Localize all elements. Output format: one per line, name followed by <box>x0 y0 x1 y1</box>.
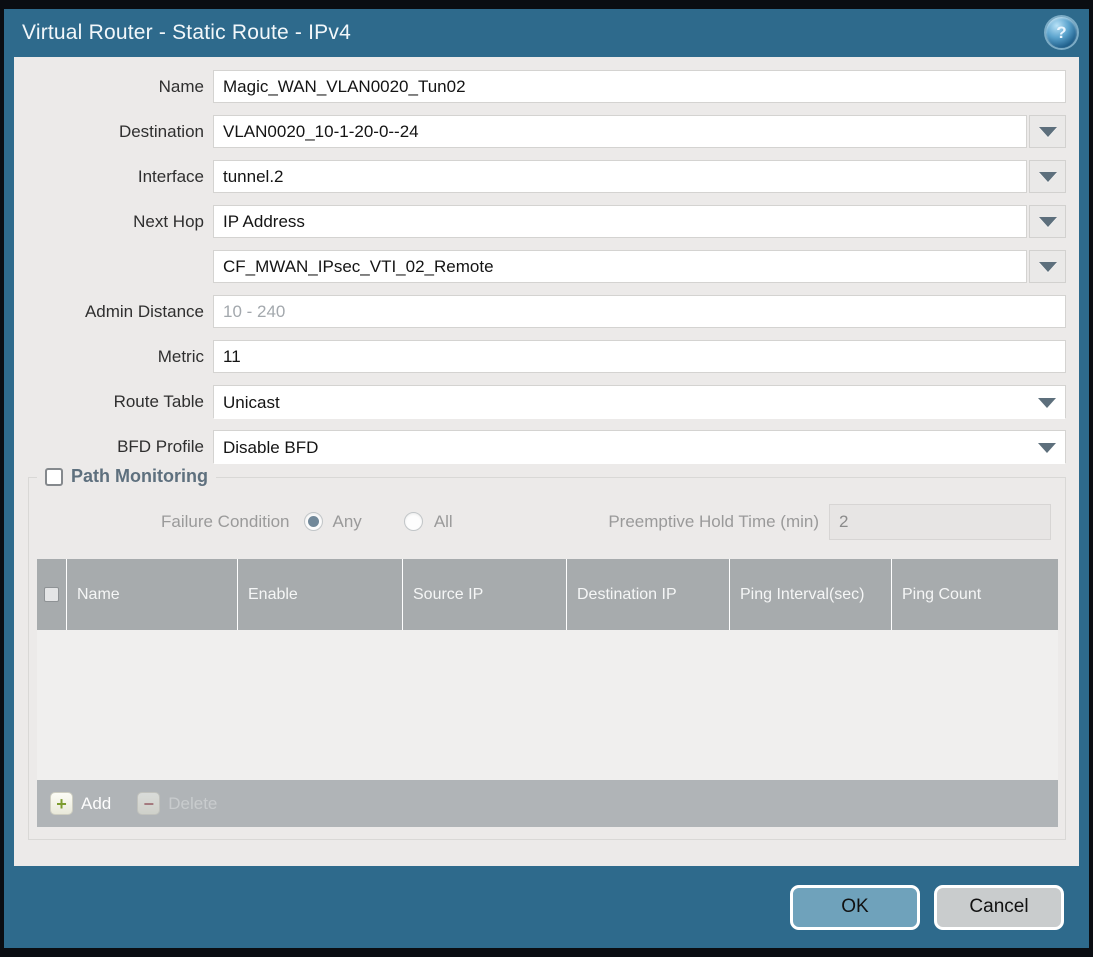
form-row-metric: Metric <box>14 340 1066 373</box>
form-row-route-table: Route Table Unicast <box>14 385 1066 418</box>
table-body-empty <box>37 630 1058 780</box>
path-monitoring-table: Name Enable Source IP Destination IP Pin… <box>37 559 1058 827</box>
form-row-next-hop-address: CF_MWAN_IPsec_VTI_02_Remote <box>14 250 1066 283</box>
bfd-profile-dropdown-button[interactable] <box>1028 431 1065 464</box>
destination-dropdown-button[interactable] <box>1029 115 1066 148</box>
radio-any[interactable] <box>304 512 323 531</box>
route-table-dropdown-button[interactable] <box>1028 386 1065 419</box>
metric-label: Metric <box>14 347 213 367</box>
minus-icon: − <box>137 792 160 815</box>
route-form: Name Destination VLAN0020_10-1-20-0--24 … <box>14 57 1079 463</box>
radio-all-label: All <box>434 512 453 532</box>
add-button[interactable]: + Add <box>50 792 111 815</box>
ok-button[interactable]: OK <box>790 885 920 930</box>
radio-any-label: Any <box>333 512 362 532</box>
admin-distance-input[interactable] <box>213 295 1066 328</box>
metric-input[interactable] <box>213 340 1066 373</box>
column-header-destination-ip: Destination IP <box>567 559 730 630</box>
route-table-select[interactable]: Unicast <box>213 385 1066 418</box>
delete-button-label: Delete <box>168 794 217 814</box>
column-header-enable: Enable <box>238 559 403 630</box>
cancel-button[interactable]: Cancel <box>934 885 1064 930</box>
chevron-down-icon <box>1038 398 1056 408</box>
next-hop-type-value[interactable]: IP Address <box>213 205 1027 238</box>
form-row-interface: Interface tunnel.2 <box>14 160 1066 193</box>
select-all-checkbox[interactable] <box>44 587 59 602</box>
name-input[interactable] <box>213 70 1066 103</box>
preemptive-hold-time-label: Preemptive Hold Time (min) <box>608 512 819 532</box>
column-header-ping-interval: Ping Interval(sec) <box>730 559 892 630</box>
chevron-down-icon <box>1039 217 1057 227</box>
failure-condition-label: Failure Condition <box>161 512 290 532</box>
admin-distance-label: Admin Distance <box>14 302 213 322</box>
path-monitoring-section: Path Monitoring Failure Condition Any Al… <box>28 477 1066 840</box>
chevron-down-icon <box>1039 172 1057 182</box>
next-hop-address-dropdown-button[interactable] <box>1029 250 1066 283</box>
route-table-value: Unicast <box>214 386 1028 419</box>
static-route-dialog: Virtual Router - Static Route - IPv4 ? N… <box>4 9 1089 948</box>
help-glyph: ? <box>1056 23 1066 43</box>
path-monitoring-legend: Path Monitoring <box>37 466 216 487</box>
column-header-source-ip: Source IP <box>403 559 567 630</box>
dialog-title: Virtual Router - Static Route - IPv4 <box>22 21 351 45</box>
radio-selected-dot <box>308 516 319 527</box>
chevron-down-icon <box>1039 262 1057 272</box>
title-bar: Virtual Router - Static Route - IPv4 ? <box>4 9 1089 57</box>
preemptive-hold-time-input[interactable] <box>829 504 1051 540</box>
interface-value[interactable]: tunnel.2 <box>213 160 1027 193</box>
radio-all[interactable] <box>404 512 423 531</box>
bfd-profile-value: Disable BFD <box>214 431 1028 464</box>
table-header-checkbox-cell <box>37 559 67 630</box>
next-hop-label: Next Hop <box>14 212 213 232</box>
help-icon[interactable]: ? <box>1046 17 1077 48</box>
column-header-ping-count: Ping Count <box>892 559 1058 630</box>
plus-icon: + <box>50 792 73 815</box>
bfd-profile-label: BFD Profile <box>14 437 213 457</box>
failure-condition-row: Failure Condition Any All Preemptive Hol… <box>161 504 1051 539</box>
name-label: Name <box>14 77 213 97</box>
next-hop-address-value[interactable]: CF_MWAN_IPsec_VTI_02_Remote <box>213 250 1027 283</box>
column-header-name: Name <box>67 559 238 630</box>
path-monitoring-checkbox[interactable] <box>45 468 63 486</box>
table-header-row: Name Enable Source IP Destination IP Pin… <box>37 559 1058 630</box>
chevron-down-icon <box>1038 443 1056 453</box>
form-row-name: Name <box>14 70 1066 103</box>
next-hop-dropdown-button[interactable] <box>1029 205 1066 238</box>
dialog-footer: OK Cancel <box>4 866 1089 948</box>
add-button-label: Add <box>81 794 111 814</box>
form-row-admin-distance: Admin Distance <box>14 295 1066 328</box>
bfd-profile-select[interactable]: Disable BFD <box>213 430 1066 463</box>
destination-label: Destination <box>14 122 213 142</box>
form-row-destination: Destination VLAN0020_10-1-20-0--24 <box>14 115 1066 148</box>
chevron-down-icon <box>1039 127 1057 137</box>
route-table-label: Route Table <box>14 392 213 412</box>
dialog-body: Name Destination VLAN0020_10-1-20-0--24 … <box>14 57 1079 866</box>
destination-value[interactable]: VLAN0020_10-1-20-0--24 <box>213 115 1027 148</box>
form-row-next-hop: Next Hop IP Address <box>14 205 1066 238</box>
table-toolbar: + Add − Delete <box>37 780 1058 827</box>
interface-label: Interface <box>14 167 213 187</box>
interface-dropdown-button[interactable] <box>1029 160 1066 193</box>
form-row-bfd-profile: BFD Profile Disable BFD <box>14 430 1066 463</box>
delete-button[interactable]: − Delete <box>137 792 217 815</box>
path-monitoring-title: Path Monitoring <box>71 466 208 487</box>
